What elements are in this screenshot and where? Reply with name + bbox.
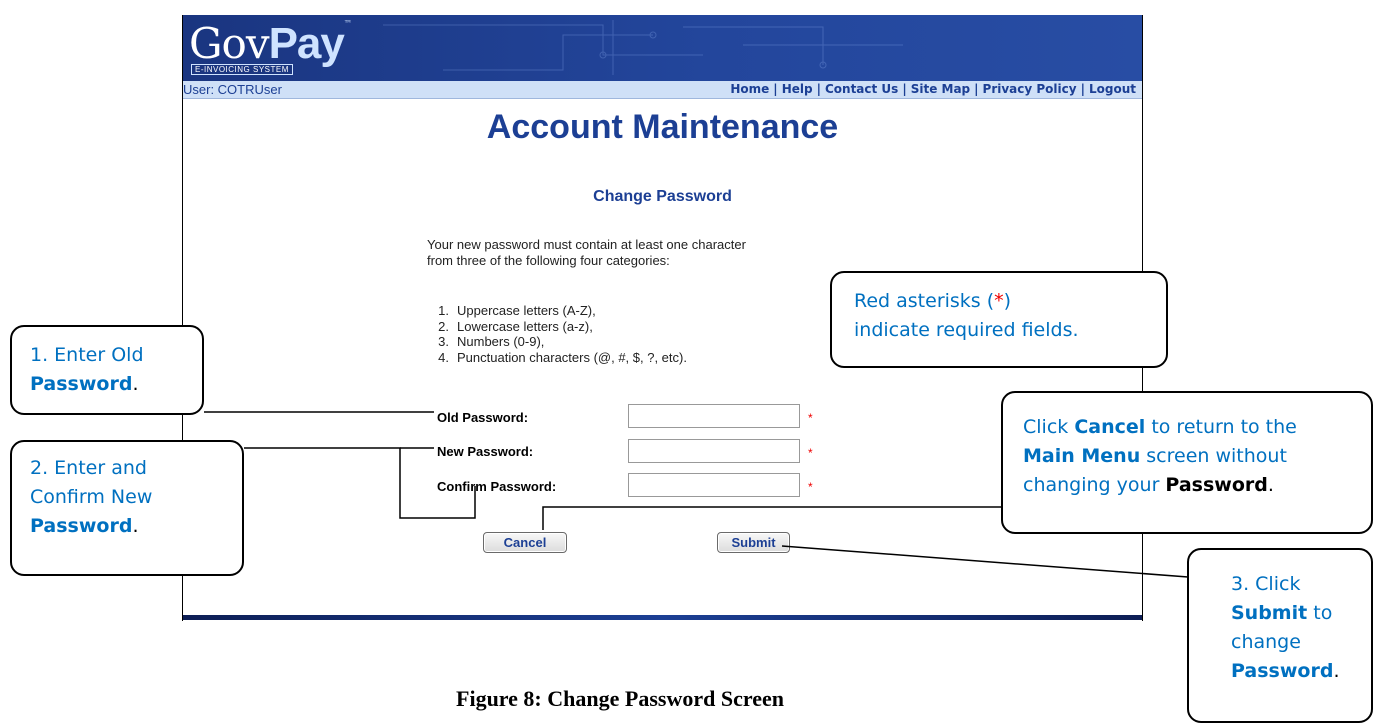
- logo-trademark: ™: [343, 19, 352, 28]
- logo-subtitle: E-INVOICING SYSTEM: [191, 64, 293, 75]
- nav-separator: |: [1080, 82, 1085, 96]
- callout-text: Click: [1023, 416, 1075, 438]
- logo-gov: Gov: [189, 19, 270, 68]
- callout-bold: Password: [30, 373, 133, 395]
- callout-enter-confirm-new-password: 2. Enter and Confirm New Password.: [10, 440, 244, 576]
- required-marker: *: [808, 480, 813, 494]
- nav-site-map-link[interactable]: Site Map: [911, 82, 970, 96]
- list-item: 3. Numbers (0-9),: [427, 334, 687, 350]
- callout-text: indicate required fields.: [854, 319, 1079, 341]
- nav-contact-us-link[interactable]: Contact Us: [825, 82, 898, 96]
- nav-links: Home | Help | Contact Us | Site Map | Privacy Po…: [730, 82, 1136, 96]
- callout-text: Main Menu screen without: [1023, 442, 1353, 471]
- callout-required-fields: Red asterisks (*) indicate required fiel…: [830, 271, 1168, 368]
- rule-number: 4.: [438, 349, 449, 365]
- callout-text: .: [1267, 474, 1274, 496]
- submit-button[interactable]: Submit: [717, 532, 790, 553]
- callout-text: Password.: [30, 370, 184, 399]
- nav-privacy-policy-link[interactable]: Privacy Policy: [983, 82, 1077, 96]
- callout-text: changing your: [1023, 474, 1166, 496]
- list-item: 2. Lowercase letters (a-z),: [427, 319, 687, 335]
- callout-text: .: [132, 515, 139, 537]
- callout-text: ): [1003, 290, 1012, 312]
- cancel-button[interactable]: Cancel: [483, 532, 567, 553]
- required-asterisk: *: [994, 290, 1004, 312]
- rule-text: Uppercase letters (A-Z),: [457, 303, 596, 318]
- rule-text: Lowercase letters (a-z),: [457, 318, 593, 334]
- callout-text: .: [1333, 660, 1340, 682]
- callout-bold: Cancel: [1074, 416, 1146, 438]
- list-item: 1. Uppercase letters (A-Z),: [427, 303, 687, 319]
- new-password-input[interactable]: [628, 439, 800, 463]
- password-requirements-intro: Your new password must contain at least …: [427, 237, 867, 269]
- nav-separator: |: [773, 82, 778, 96]
- callout-bold: Password: [1165, 474, 1268, 496]
- callout-text: change: [1231, 631, 1301, 653]
- required-marker: *: [808, 411, 813, 425]
- rule-number: 3.: [438, 334, 449, 349]
- callout-text: Password.: [30, 512, 224, 541]
- required-marker: *: [808, 446, 813, 460]
- list-item: 4. Punctuation characters (@, #, $, ?, et…: [427, 350, 687, 366]
- callout-text: Click Cancel to return to the: [1023, 413, 1353, 442]
- callout-text: Password.: [1231, 657, 1353, 686]
- rule-number: 2.: [438, 318, 449, 334]
- callout-text: to return to the: [1145, 416, 1297, 438]
- confirm-password-label: Confirm Password:: [437, 479, 557, 494]
- callout-text: 2. Enter and: [30, 457, 147, 479]
- rule-number: 1.: [438, 303, 449, 318]
- callout-text: to: [1307, 602, 1333, 624]
- nav-bar: User: COTRUser Home | Help | Contact Us | Site…: [183, 81, 1142, 99]
- callout-text: screen without: [1140, 445, 1287, 467]
- intro-line: from three of the following four categor…: [427, 253, 670, 268]
- header-banner: GovPay™ E-INVOICING SYSTEM: [183, 15, 1142, 81]
- old-password-label: Old Password:: [437, 410, 529, 425]
- nav-logout-link[interactable]: Logout: [1089, 82, 1136, 96]
- logo-pay: Pay: [268, 19, 345, 68]
- govpay-logo: GovPay™ E-INVOICING SYSTEM: [189, 19, 352, 75]
- callout-text: Confirm New: [30, 486, 153, 508]
- confirm-password-input[interactable]: [628, 473, 800, 497]
- callout-text: 3. Click: [1231, 573, 1301, 595]
- nav-separator: |: [816, 82, 821, 96]
- rule-text: Numbers (0-9),: [457, 334, 545, 349]
- nav-separator: |: [902, 82, 907, 96]
- old-password-input[interactable]: [628, 404, 800, 428]
- password-rules-list: 1. Uppercase letters (A-Z), 2. Lowercase l…: [427, 303, 687, 365]
- callout-text: 1. Enter Old: [30, 344, 144, 366]
- footer-divider: [183, 615, 1142, 620]
- callout-text: Submit to: [1231, 599, 1353, 628]
- nav-home-link[interactable]: Home: [730, 82, 769, 96]
- page-title: Account Maintenance: [486, 108, 839, 146]
- callout-text: Red asterisks (: [854, 290, 995, 312]
- callout-cancel: Click Cancel to return to the Main Menu …: [1001, 391, 1373, 534]
- rule-text: Punctuation characters (@, #, $, ?, etc)…: [457, 349, 687, 365]
- figure-caption: Figure 8: Change Password Screen: [456, 686, 784, 711]
- callout-bold: Main Menu: [1023, 445, 1141, 467]
- callout-text: changing your Password.: [1023, 471, 1353, 500]
- callout-text: .: [132, 373, 139, 395]
- callout-bold: Password: [30, 515, 133, 537]
- callout-bold: Submit: [1231, 602, 1308, 624]
- new-password-label: New Password:: [437, 444, 534, 459]
- intro-line: Your new password must contain at least …: [427, 237, 746, 252]
- nav-help-link[interactable]: Help: [782, 82, 813, 96]
- callout-bold: Password: [1231, 660, 1334, 682]
- section-title: Change Password: [593, 188, 732, 205]
- callout-enter-old-password: 1. Enter Old Password.: [10, 325, 204, 415]
- nav-separator: |: [974, 82, 979, 96]
- callout-text: Red asterisks (*): [854, 287, 1148, 316]
- user-label: User: COTRUser: [183, 82, 282, 97]
